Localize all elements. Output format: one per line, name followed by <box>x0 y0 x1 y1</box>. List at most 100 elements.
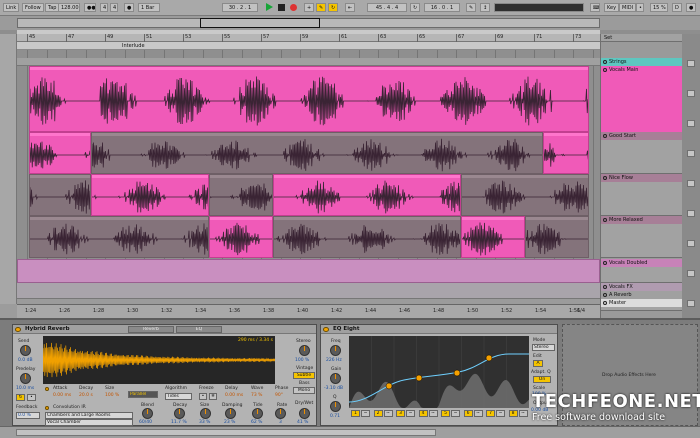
link-button[interactable]: Link <box>3 3 20 12</box>
gain-value[interactable]: -3.10 dB <box>324 386 343 391</box>
routing-select[interactable]: Parallel <box>128 391 158 398</box>
eq-band-filter-icon[interactable]: ~ <box>428 410 438 417</box>
ruler-bar-63[interactable]: 63 <box>378 34 386 42</box>
arrangement-overview[interactable] <box>0 16 700 30</box>
drywet-value[interactable]: 41 % <box>297 420 308 425</box>
track-name[interactable]: Master <box>609 300 626 306</box>
ms-toggle[interactable]: • <box>27 394 36 401</box>
gain-knob[interactable] <box>330 373 341 384</box>
sync-toggle[interactable]: ↻ <box>16 394 25 401</box>
track-activator-button[interactable] <box>687 270 695 277</box>
feedback-value[interactable]: 0.0 % <box>16 412 40 419</box>
song-position[interactable]: 30 . 2 . 1 <box>222 3 258 12</box>
eq-band-filter-icon[interactable]: ~ <box>473 410 483 417</box>
reverb-power-icon[interactable] <box>15 327 21 332</box>
ruler-bar-61[interactable]: 61 <box>339 34 347 42</box>
rate-value[interactable]: 3 <box>279 420 282 425</box>
fold-icon[interactable] <box>603 176 607 180</box>
track-name[interactable]: Vocals Doubled <box>609 260 647 266</box>
ruler-bar-47[interactable]: 47 <box>66 34 74 42</box>
track-header-vocals-main[interactable]: Vocals Main <box>601 66 683 132</box>
ruler-bar-57[interactable]: 57 <box>261 34 269 42</box>
loop-toggle-icon[interactable]: ↻ <box>410 3 420 12</box>
eq-band-4-toggle[interactable]: 4 <box>418 410 428 417</box>
fold-icon[interactable] <box>603 293 607 297</box>
eq-band-3-toggle[interactable]: 3 <box>396 410 405 417</box>
convolution-led-icon[interactable] <box>45 406 49 410</box>
eq-band-5-toggle[interactable]: 5 <box>441 410 450 417</box>
ruler-bar-71[interactable]: 71 <box>534 34 542 42</box>
track-activator-button[interactable] <box>687 120 695 127</box>
stop-icon[interactable] <box>278 4 285 11</box>
eq-band-filter-icon[interactable]: ~ <box>451 410 460 417</box>
bass-mono-toggle[interactable]: Mono <box>293 387 315 394</box>
freq-knob[interactable] <box>330 345 341 356</box>
fold-icon[interactable] <box>603 218 607 222</box>
delay-value[interactable]: 0.00 ms <box>225 393 243 398</box>
tide-knob[interactable] <box>252 408 263 419</box>
predelay-value[interactable]: 10.0 ms <box>16 386 34 391</box>
track-activator-button[interactable] <box>687 150 695 157</box>
tab-eq[interactable]: EQ <box>176 326 222 333</box>
clip-vocals-main[interactable] <box>29 66 589 132</box>
ruler-bar-67[interactable]: 67 <box>456 34 464 42</box>
freeze-snowflake-icon[interactable]: ❄ <box>209 393 217 400</box>
loop-icon[interactable]: ↻ <box>328 3 338 12</box>
clip-good-start-3[interactable] <box>543 132 589 174</box>
ir-name-select[interactable]: Vocal Chamber <box>45 419 133 426</box>
track-header-vocals-fx[interactable]: Vocals FX <box>601 283 683 291</box>
attack-value[interactable]: 0.00 ms <box>53 393 71 398</box>
drywet-knob[interactable] <box>299 408 310 419</box>
attack-led-icon[interactable] <box>45 387 49 391</box>
blend-knob[interactable] <box>142 408 153 419</box>
rate-knob[interactable] <box>275 408 286 419</box>
metro-icon[interactable]: ● <box>124 3 134 12</box>
midi-map-button[interactable]: MIDI <box>619 3 637 12</box>
draw-mode-icon[interactable]: ✎ <box>316 3 326 12</box>
follow-button[interactable]: Follow <box>22 3 44 12</box>
clip-vocals-doubled[interactable] <box>17 259 600 283</box>
mode-select[interactable]: Stereo <box>532 344 555 351</box>
track-header-good-start[interactable]: Good Start <box>601 132 683 174</box>
ruler-bar-69[interactable]: 69 <box>495 34 503 42</box>
eq-band-7-toggle[interactable]: 7 <box>486 410 495 417</box>
ruler-bar-65[interactable]: 65 <box>417 34 425 42</box>
ruler-bar-45[interactable]: 45 <box>27 34 35 42</box>
track-name[interactable]: Vocals FX <box>609 284 633 290</box>
draw-icon[interactable]: ✎ <box>466 3 476 12</box>
fold-icon[interactable] <box>603 68 607 72</box>
eq-band-6-toggle[interactable]: 6 <box>463 410 473 417</box>
ir-category-select[interactable]: Chambers and Large Rooms <box>45 412 133 419</box>
tempo-field[interactable]: 128.00 <box>58 3 80 12</box>
track-header-nice-flow[interactable]: Nice Flow <box>601 174 683 216</box>
clip-nice-flow-2[interactable] <box>91 174 209 216</box>
strings-lane[interactable] <box>17 58 600 66</box>
eq-band-filter-icon[interactable]: ~ <box>383 410 393 417</box>
track-activator-button[interactable] <box>687 90 695 97</box>
ruler-bar-59[interactable]: 59 <box>300 34 308 42</box>
clip-nice-flow-4[interactable] <box>273 174 461 216</box>
fold-icon[interactable] <box>603 134 607 138</box>
signature-denominator[interactable]: 4 <box>110 3 118 12</box>
track-name[interactable]: More Relaxed <box>609 217 643 223</box>
ruler-bar-49[interactable]: 49 <box>105 34 113 42</box>
clip-good-start-2[interactable] <box>91 132 543 174</box>
damping-knob[interactable] <box>225 408 236 419</box>
overdub-button[interactable]: + <box>304 3 314 12</box>
size2-knob[interactable] <box>200 408 211 419</box>
tab-reverb[interactable]: Reverb <box>128 326 174 333</box>
key-map-button[interactable]: Key <box>604 3 620 12</box>
quantization-menu[interactable]: 1 Bar <box>138 3 160 12</box>
track-name[interactable]: Strings <box>609 59 627 65</box>
locator-strip[interactable]: Interlude <box>17 42 600 50</box>
clip-nice-flow-1[interactable] <box>29 174 91 216</box>
record-icon[interactable] <box>290 4 297 11</box>
clip-more-relaxed-2[interactable] <box>209 216 273 258</box>
blend-value[interactable]: 60/40 <box>139 420 152 425</box>
clip-more-relaxed-4[interactable] <box>461 216 525 258</box>
damping-value[interactable]: 23 % <box>224 420 235 425</box>
track-activator-button[interactable] <box>687 240 695 247</box>
signature-numerator[interactable]: 4 <box>100 3 108 12</box>
insert-icon[interactable]: ↕ <box>480 3 490 12</box>
adapt-q-toggle[interactable]: On <box>533 376 551 383</box>
